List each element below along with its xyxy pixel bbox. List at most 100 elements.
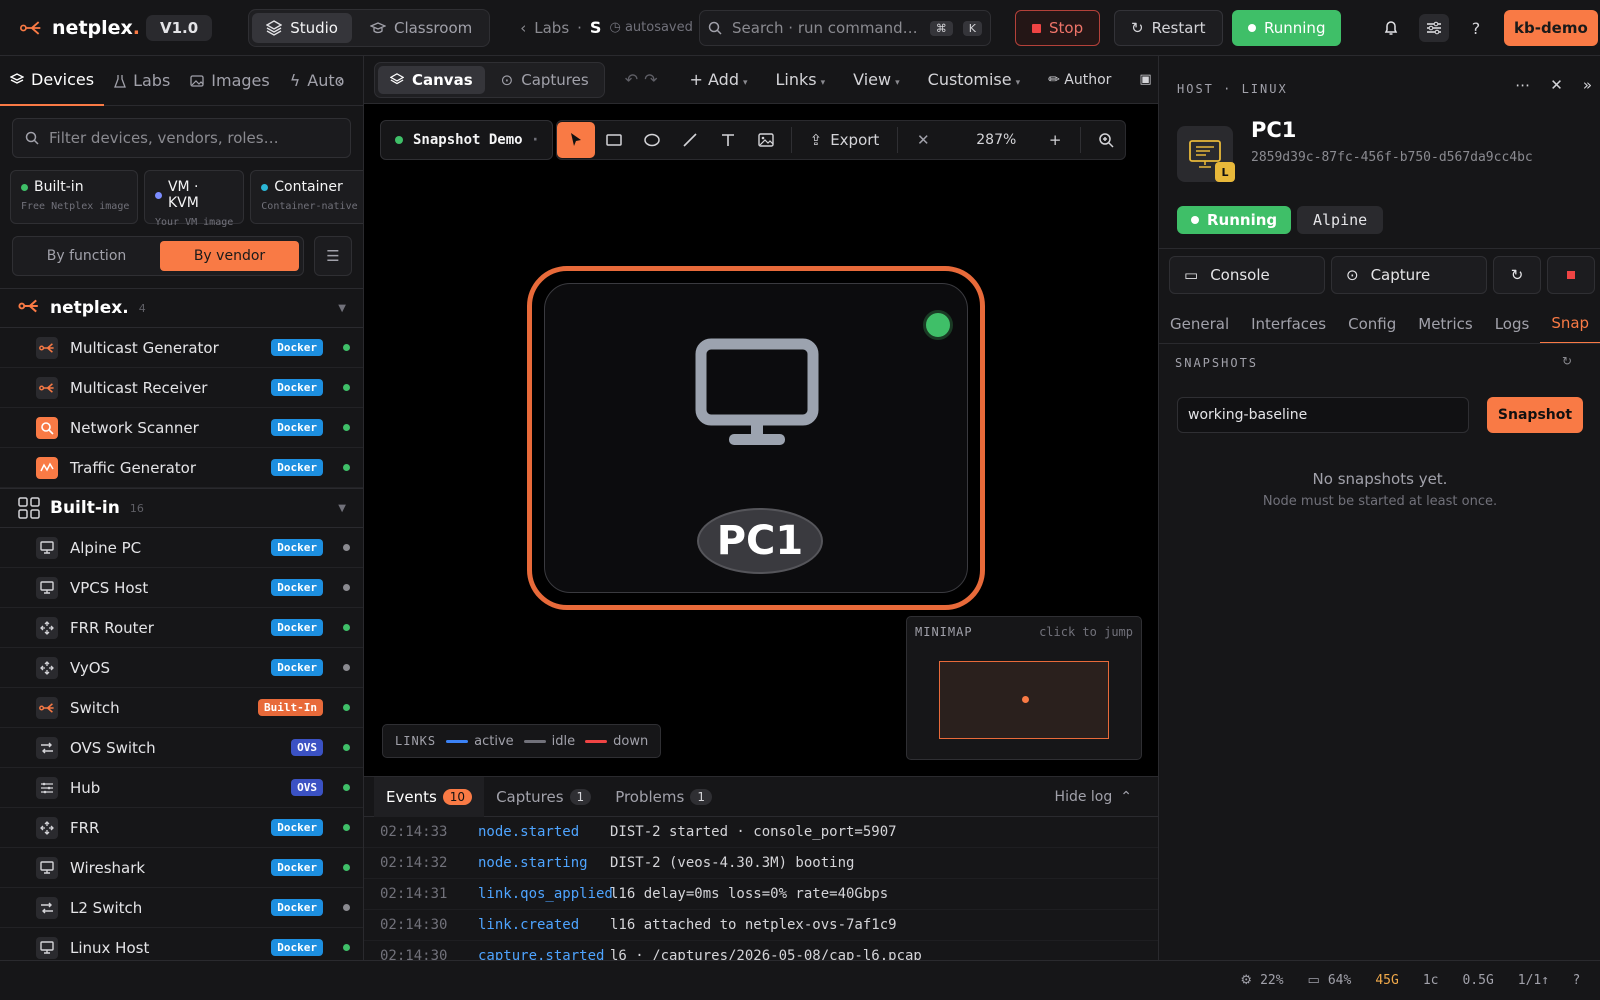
device-item-ovs-switch[interactable]: OVS Switch OVS [0,728,363,768]
category-built-in[interactable]: Built-in Free Netplex image [10,170,138,224]
image-tool-icon[interactable] [747,122,785,158]
chevron-left-icon[interactable]: ‹ [520,19,526,37]
console-button[interactable]: ▭ Console [1169,256,1325,294]
device-item-multicast-generator[interactable]: Multicast Generator Docker [0,328,363,368]
line-tool-icon[interactable] [671,122,709,158]
stop-node-icon[interactable] [1547,256,1595,294]
close-icon[interactable]: ✕ [1550,76,1563,94]
select-tool-icon[interactable] [557,122,595,158]
log-row[interactable]: 02:14:32 node.starting DIST-2 (veos-4.30.3… [364,848,1158,879]
device-type-badge: Docker [271,459,323,476]
group-header-built-in[interactable]: Built-in 16 ▼ [0,488,363,528]
zoom-in-icon[interactable]: + [1036,122,1074,158]
by-function-button[interactable]: By function [17,241,156,271]
by-vendor-button[interactable]: By vendor [160,241,299,271]
tab-log-captures[interactable]: Captures 1 [484,777,603,817]
menu-view[interactable]: View ▾ [853,70,900,89]
separator-dot: · [532,132,538,148]
device-item-wireshark[interactable]: Wireshark Docker [0,848,363,888]
app-logo[interactable]: netplex. [0,17,140,39]
category-vm-kvm[interactable]: VM · KVM Your VM image [144,170,245,228]
group-name: netplex. [50,298,129,318]
list-view-icon[interactable]: ☰ [314,236,352,276]
category-title-text: Container [274,179,343,195]
group-header-netplex[interactable]: netplex. 4 ▼ [0,288,363,328]
device-item-network-scanner[interactable]: Network Scanner Docker [0,408,363,448]
device-item-l2-switch[interactable]: L2 Switch Docker [0,888,363,928]
device-item-hub[interactable]: Hub OVS [0,768,363,808]
device-item-vpcs-host[interactable]: VPCS Host Docker [0,568,363,608]
menu-add[interactable]: + Add ▾ [690,70,748,89]
undo-redo-icons[interactable]: ↶↷ [625,70,664,89]
expand-icon[interactable]: » [1583,76,1592,94]
bell-icon[interactable] [1376,14,1406,42]
capture-button[interactable]: ⊙ Capture [1331,256,1487,294]
device-item-multicast-receiver[interactable]: Multicast Receiver Docker [0,368,363,408]
tab-logs[interactable]: Logs [1484,304,1541,343]
breadcrumb-current[interactable]: S [590,18,602,37]
settings-sliders-icon[interactable] [1419,14,1449,42]
tab-metrics[interactable]: Metrics [1407,304,1483,343]
text-tool-icon[interactable] [709,122,747,158]
zoom-fit-icon[interactable] [1087,122,1125,158]
help-icon[interactable]: ? [1461,14,1491,42]
tab-problems[interactable]: Problems 1 [603,777,724,817]
tab-devices[interactable]: Devices [0,56,105,106]
tab-general[interactable]: General [1159,304,1240,343]
device-item-vyos[interactable]: VyOS Docker [0,648,363,688]
ellipse-tool-icon[interactable] [633,122,671,158]
log-row[interactable]: 02:14:30 link.created l16 attached to netp… [364,910,1158,941]
version-badge[interactable]: V1.0 [146,14,213,41]
export-button[interactable]: ⇪ Export [798,131,892,149]
device-item-traffic-generator[interactable]: Traffic Generator Docker [0,448,363,488]
tab-snap[interactable]: Snap [1540,304,1600,343]
lab-name-chip[interactable]: Snapshot Demo · [380,120,553,160]
device-item-linux-host[interactable]: Linux Host Docker [0,928,363,960]
collapse-sidebar-icon[interactable]: ‹ [327,68,353,94]
mode-classroom-button[interactable]: Classroom [356,13,486,43]
log-row[interactable]: 02:14:33 node.started DIST-2 started · con… [364,817,1158,848]
chevron-down-icon: ▼ [338,302,346,314]
device-type-badge: Docker [271,619,323,636]
device-type-badge: OVS [291,779,323,796]
tab-config[interactable]: Config [1337,304,1407,343]
device-item-switch[interactable]: Switch Built-In [0,688,363,728]
menu-author[interactable]: ✏ Author [1048,72,1111,88]
stop-button[interactable]: Stop [1015,10,1101,46]
snapshot-name-input[interactable] [1177,397,1469,433]
command-search[interactable]: Search · run command… ⌘ K [699,10,991,46]
tab-interfaces[interactable]: Interfaces [1240,304,1337,343]
menu-links[interactable]: Links ▾ [776,70,826,89]
breadcrumb-labs[interactable]: Labs [534,19,569,37]
device-item-alpine-pc[interactable]: Alpine PC Docker [0,528,363,568]
tab-canvas[interactable]: Canvas [378,65,485,94]
help-icon[interactable]: ? [1573,973,1580,988]
tab-events[interactable]: Events 10 [374,776,485,817]
running-status-button[interactable]: Running [1232,10,1342,46]
device-item-frr-router[interactable]: FRR Router Docker [0,608,363,648]
menu-customise[interactable]: Customise ▾ [928,70,1020,89]
panel-image-icon[interactable]: ▣ [1139,72,1151,87]
pc1-node[interactable]: PC1 [527,266,985,610]
restart-node-icon[interactable]: ↻ [1493,256,1541,294]
device-filter-input[interactable]: Filter devices, vendors, roles… [12,118,351,158]
more-icon[interactable]: ⋯ [1515,76,1530,94]
close-icon[interactable]: ✕ [904,122,942,158]
category-container[interactable]: Container Container-native [250,170,363,224]
tab-events-label: Events [386,787,437,806]
minimap-viewport[interactable] [939,661,1109,739]
breadcrumb-separator: · [577,18,582,37]
rectangle-tool-icon[interactable] [595,122,633,158]
restart-button[interactable]: ↻ Restart [1114,10,1223,46]
minimap[interactable]: MINIMAP click to jump [906,616,1142,760]
log-row[interactable]: 02:14:31 link.qos_applied l16 delay=0ms lo… [364,879,1158,910]
hide-log-button[interactable]: Hide log ⌃ [1055,789,1132,805]
refresh-icon[interactable]: ↻ [1562,354,1572,368]
mode-studio-button[interactable]: Studio [252,12,352,43]
tab-images[interactable]: Images [180,56,279,106]
tab-captures[interactable]: ⊙ Captures [489,66,601,94]
device-item-frr[interactable]: FRR Docker [0,808,363,848]
user-badge[interactable]: kb-demo [1504,10,1598,46]
snapshot-button[interactable]: Snapshot [1487,397,1583,433]
tab-labs[interactable]: Labs [104,56,180,106]
